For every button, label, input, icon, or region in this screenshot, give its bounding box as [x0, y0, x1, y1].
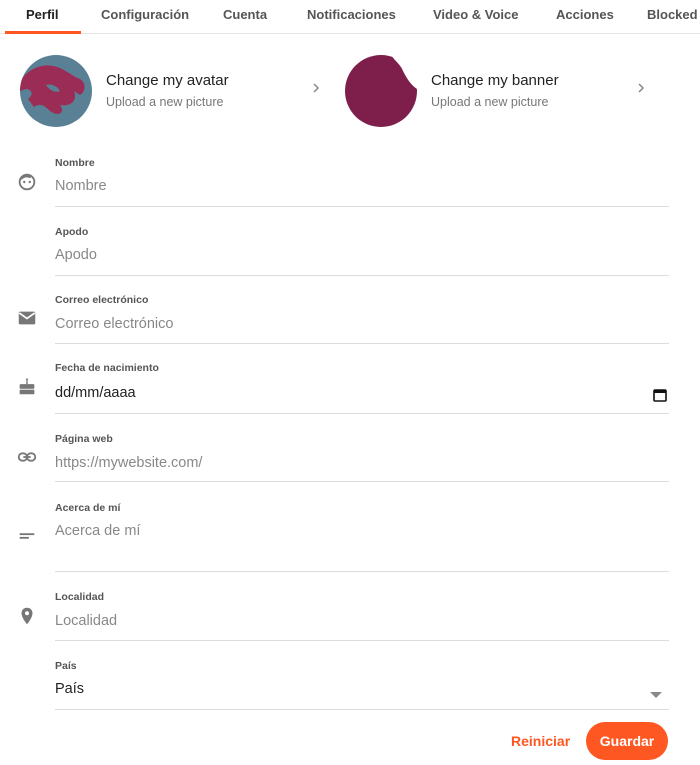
web-input[interactable]: https://mywebsite.com/ — [55, 455, 645, 471]
active-tab-indicator — [5, 31, 81, 34]
web-label: Página web — [55, 433, 113, 445]
tab-cuenta[interactable]: Cuenta — [223, 0, 267, 34]
localidad-input[interactable]: Localidad — [55, 613, 645, 629]
banner-card-title: Change my banner — [431, 72, 559, 89]
avatar-card-subtitle: Upload a new picture — [106, 95, 224, 109]
web-field: Página web https://mywebsite.com/ — [55, 431, 669, 482]
pais-field: País País — [55, 658, 669, 710]
correo-label: Correo electrónico — [55, 294, 149, 306]
save-button[interactable]: Guardar — [586, 722, 668, 760]
face-icon — [18, 173, 36, 191]
chevron-down-icon[interactable] — [650, 692, 662, 698]
notes-icon — [19, 533, 35, 539]
change-avatar-card[interactable]: Change my avatar Upload a new picture — [20, 52, 330, 128]
fecha-input[interactable]: dd/mm/aaaa — [55, 385, 645, 401]
tab-blocked[interactable]: Blocked — [647, 0, 698, 34]
settings-tabs: Perfil Configuración Cuenta Notificacion… — [0, 0, 700, 34]
localidad-label: Localidad — [55, 591, 105, 603]
link-icon — [17, 452, 37, 462]
banner-card-subtitle: Upload a new picture — [431, 95, 549, 109]
pais-label: País — [55, 660, 77, 672]
tab-perfil[interactable]: Perfil — [26, 0, 59, 34]
location-pin-icon — [21, 607, 33, 625]
tab-acciones[interactable]: Acciones — [556, 0, 614, 34]
tab-notificaciones[interactable]: Notificaciones — [307, 0, 396, 34]
localidad-field: Localidad Localidad — [55, 589, 669, 641]
chevron-right-icon — [313, 83, 320, 93]
avatar-card-title: Change my avatar — [106, 72, 229, 89]
acerca-textarea[interactable]: Acerca de mí — [55, 523, 645, 539]
acerca-field: Acerca de mí Acerca de mí — [55, 500, 669, 572]
mail-icon — [18, 311, 36, 325]
calendar-icon[interactable] — [653, 388, 667, 402]
apodo-label: Apodo — [55, 226, 89, 238]
tab-video-voice[interactable]: Video & Voice — [433, 0, 519, 34]
chevron-right-icon — [638, 83, 645, 93]
correo-input[interactable]: Correo electrónico — [55, 316, 645, 332]
acerca-label: Acerca de mí — [55, 502, 121, 514]
reset-button[interactable]: Reiniciar — [511, 733, 570, 749]
fecha-label: Fecha de nacimiento — [55, 362, 159, 374]
change-banner-card[interactable]: Change my banner Upload a new picture — [345, 52, 650, 128]
nombre-input[interactable]: Nombre — [55, 178, 645, 194]
nombre-field: Nombre Nombre — [55, 155, 669, 207]
nombre-label: Nombre — [55, 157, 95, 169]
cake-icon — [19, 377, 35, 395]
correo-field: Correo electrónico Correo electrónico — [55, 292, 669, 344]
tab-configuracion[interactable]: Configuración — [101, 0, 189, 34]
apodo-input[interactable]: Apodo — [55, 247, 645, 263]
avatar — [20, 55, 92, 127]
pais-select[interactable]: País — [55, 681, 645, 697]
fecha-field: Fecha de nacimiento dd/mm/aaaa — [55, 360, 669, 414]
apodo-field: Apodo Apodo — [55, 224, 669, 276]
banner-thumbnail — [345, 55, 417, 127]
